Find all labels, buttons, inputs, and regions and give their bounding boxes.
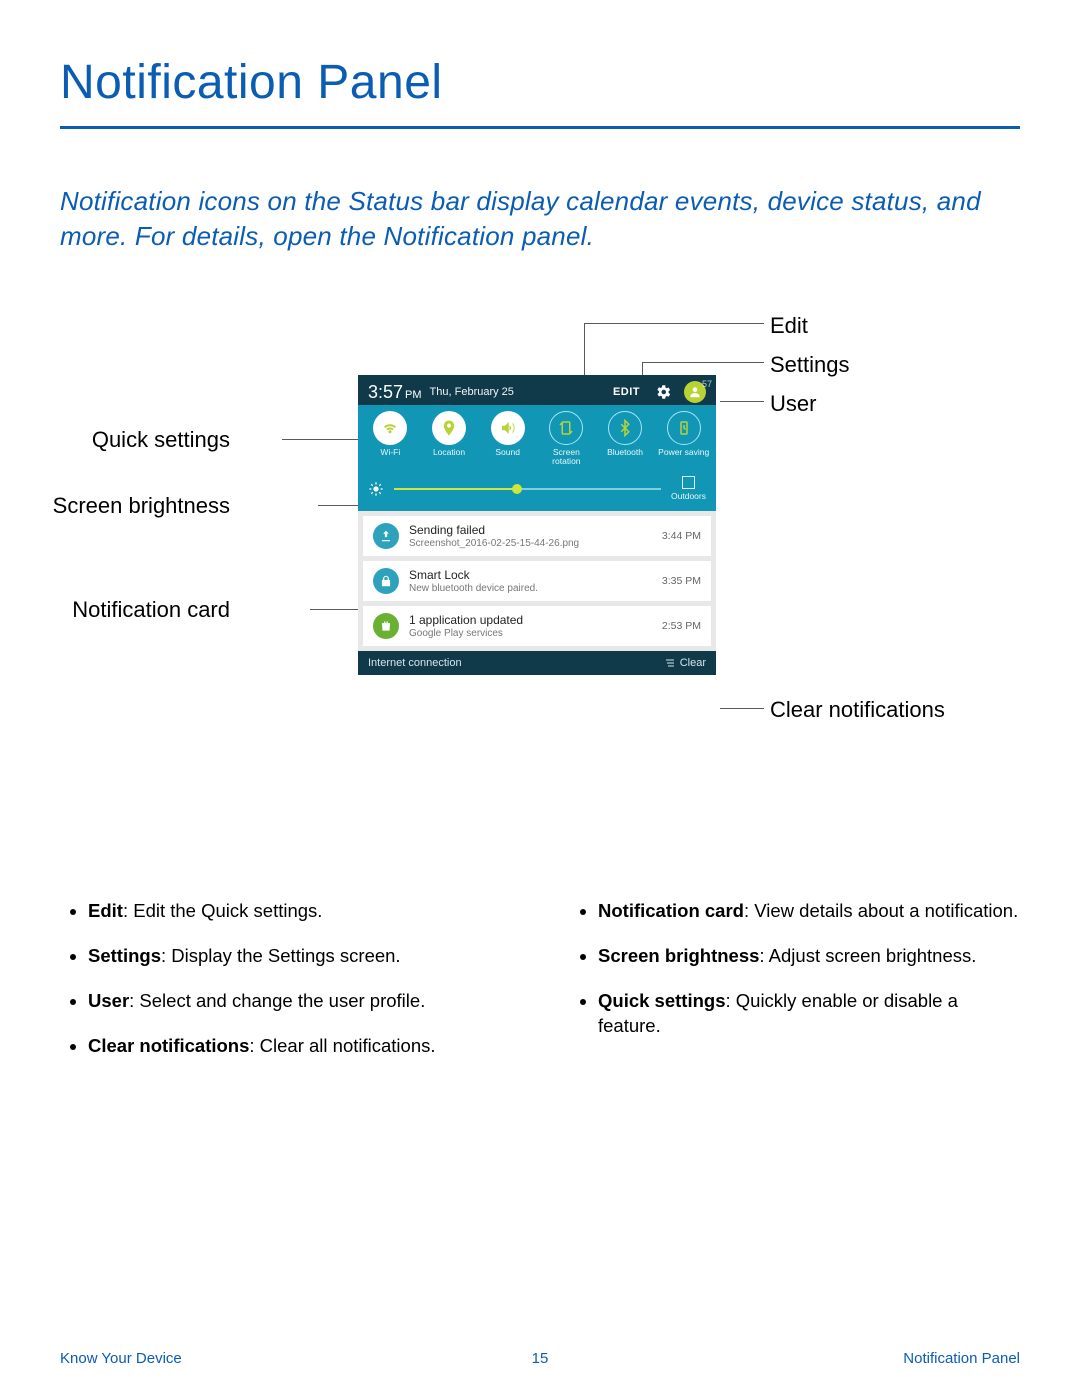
card-time: 3:35 PM [662,575,701,587]
qs-sound[interactable]: Sound [481,411,534,466]
callout-screen-brightness: Screen brightness [53,493,230,519]
outdoors-checkbox[interactable]: Outdoors [671,476,706,501]
connector [584,323,585,378]
callout-edit: Edit [770,313,808,339]
gear-icon[interactable] [654,383,672,401]
footer-left: Know Your Device [60,1350,182,1367]
connector [720,401,764,402]
bullet-settings: Settings: Display the Settings screen. [88,944,510,969]
qs-bluetooth[interactable]: Bluetooth [599,411,652,466]
phone-screenshot: 57 3:57PM Thu, February 25 EDIT Wi-Fi Lo… [358,375,716,675]
page-title: Notification Panel [60,55,1020,110]
footer-status: Internet connection [368,657,462,669]
connector [642,362,764,363]
battery-badge: 57 [702,379,712,389]
callout-user: User [770,391,816,417]
brightness-row: Outdoors [358,468,716,511]
brightness-icon [368,481,384,497]
footer-page-number: 15 [532,1350,549,1367]
callout-notification-card: Notification card [72,597,230,623]
callout-clear-notifications: Clear notifications [770,697,945,723]
qs-power[interactable]: Power saving [657,411,710,466]
notification-card[interactable]: Sending failedScreenshot_2016-02-25-15-4… [363,516,711,556]
upload-icon [373,523,399,549]
callout-settings: Settings [770,352,850,378]
bullet-brightness: Screen brightness: Adjust screen brightn… [598,944,1020,969]
lock-icon [373,568,399,594]
bullet-qs: Quick settings: Quickly enable or disabl… [598,989,1020,1039]
bullets-columns: Edit: Edit the Quick settings. Settings:… [60,899,1020,1079]
status-date: Thu, February 25 [430,386,514,398]
intro-text: Notification icons on the Status bar dis… [60,184,1020,254]
title-rule [60,126,1020,129]
clear-button[interactable]: Clear [664,657,706,669]
card-time: 2:53 PM [662,620,701,632]
bullet-clear: Clear notifications: Clear all notificat… [88,1034,510,1059]
bullets-left: Edit: Edit the Quick settings. Settings:… [60,899,510,1079]
connector [282,439,360,440]
qs-rotation[interactable]: Screen rotation [540,411,593,466]
qs-wifi[interactable]: Wi-Fi [364,411,417,466]
footer-right: Notification Panel [903,1350,1020,1367]
callout-quick-settings: Quick settings [92,427,230,453]
notification-card[interactable]: Smart LockNew bluetooth device paired. 3… [363,561,711,601]
connector [720,708,764,709]
qs-location[interactable]: Location [423,411,476,466]
quick-settings-row: Wi-Fi Location Sound Screen rotation Blu… [358,405,716,468]
bullets-right: Notification card: View details about a … [570,899,1020,1079]
bullet-user: User: Select and change the user profile… [88,989,510,1014]
notification-card[interactable]: 1 application updatedGoogle Play service… [363,606,711,646]
bag-icon [373,613,399,639]
connector [310,609,360,610]
status-bar: 3:57PM Thu, February 25 EDIT [358,375,716,405]
edit-button[interactable]: EDIT [613,386,640,398]
connector [584,323,764,324]
notification-list: Sending failedScreenshot_2016-02-25-15-4… [358,511,716,651]
page-footer: Know Your Device 15 Notification Panel [60,1350,1020,1367]
brightness-slider[interactable] [394,488,661,490]
bullet-notif-card: Notification card: View details about a … [598,899,1020,924]
bullet-edit: Edit: Edit the Quick settings. [88,899,510,924]
connector [318,505,360,506]
card-time: 3:44 PM [662,530,701,542]
status-time: 3:57PM [368,382,422,403]
diagram: Edit Settings User Quick settings Screen… [60,309,1020,779]
panel-footer: Internet connection Clear [358,651,716,675]
